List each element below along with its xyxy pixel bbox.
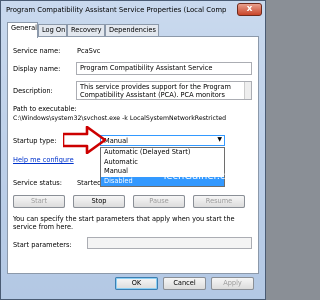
option-automatic[interactable]: Automatic xyxy=(101,158,224,168)
apply-button[interactable]: Apply xyxy=(211,277,254,290)
service-name-label: Service name: xyxy=(13,47,61,55)
resume-button[interactable]: Resume xyxy=(193,195,245,208)
properties-window: Program Compatibility Assistant Service … xyxy=(0,0,266,300)
title-bar[interactable]: Program Compatibility Assistant Service … xyxy=(1,1,265,20)
startup-type-select[interactable]: Manual ▼ xyxy=(100,135,225,146)
start-button[interactable]: Start xyxy=(13,195,65,208)
description-label: Description: xyxy=(13,87,53,95)
description-scrollbar[interactable] xyxy=(244,82,251,99)
path-value: C:\Windows\system32\svchost.exe -k Local… xyxy=(13,115,227,122)
startup-type-label: Startup type: xyxy=(13,137,57,145)
service-status-label: Service status: xyxy=(13,179,62,187)
window-title: Program Compatibility Assistant Service … xyxy=(6,6,226,14)
display-name-field[interactable]: Program Compatibility Assistant Service xyxy=(76,62,252,75)
close-button[interactable]: x xyxy=(237,3,262,16)
start-parameters-input[interactable] xyxy=(87,237,252,249)
description-text: This service provides support for the Pr… xyxy=(80,83,231,99)
display-name-label: Display name: xyxy=(13,65,61,73)
chevron-down-icon: ▼ xyxy=(217,136,222,143)
watermark: TechGainer.com xyxy=(162,171,242,182)
path-label: Path to executable: xyxy=(13,105,77,113)
startup-type-value: Manual xyxy=(104,137,128,145)
description-field[interactable]: This service provides support for the Pr… xyxy=(76,81,252,100)
option-automatic-delayed[interactable]: Automatic (Delayed Start) xyxy=(101,148,224,158)
red-arrow-icon xyxy=(63,126,107,154)
help-configure-link[interactable]: Help me configure xyxy=(13,156,74,164)
tab-general[interactable]: General xyxy=(7,22,38,38)
pause-button[interactable]: Pause xyxy=(133,195,185,208)
start-parameters-label: Start parameters: xyxy=(13,241,72,249)
cancel-button[interactable]: Cancel xyxy=(163,277,206,290)
stop-button[interactable]: Stop xyxy=(73,195,125,208)
service-name-value: PcaSvc xyxy=(77,47,101,55)
ok-button[interactable]: OK xyxy=(115,277,158,290)
service-status-value: Started xyxy=(77,179,102,187)
start-params-help: You can specify the start parameters tha… xyxy=(13,215,235,231)
